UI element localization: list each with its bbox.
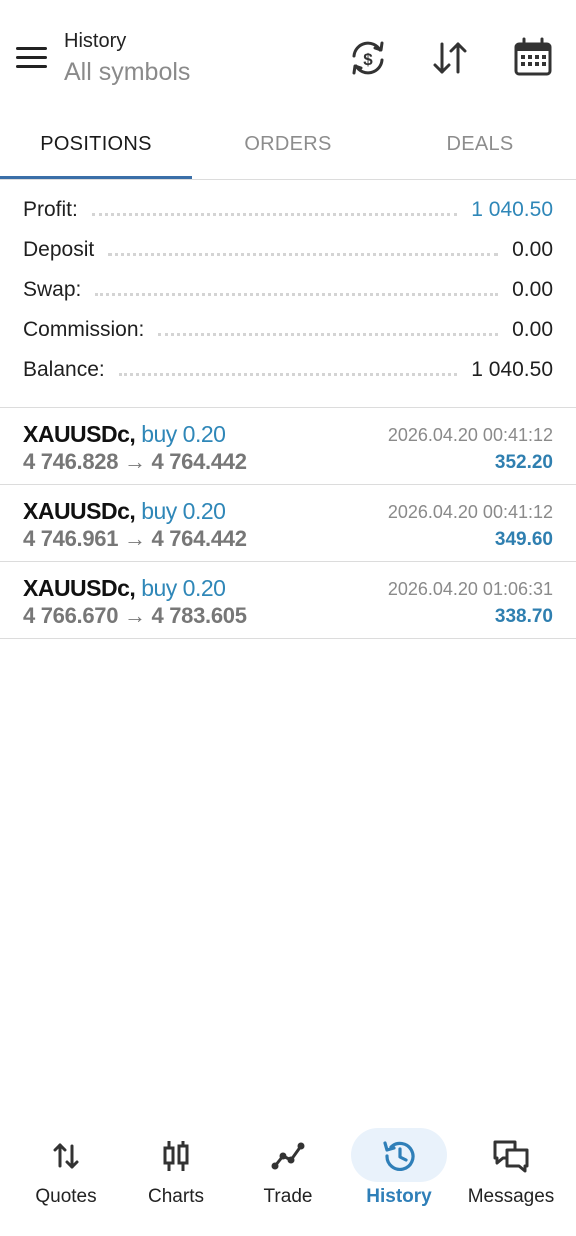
position-side: buy 0.20 — [141, 575, 226, 601]
position-profit: 338.70 — [494, 606, 553, 627]
list-item[interactable]: XAUUSDc, buy 0.20 4 766.670 → 4 783.605 … — [0, 562, 576, 639]
sort-icon[interactable] — [428, 36, 472, 80]
position-prices: 4 746.828 → 4 764.442 — [23, 449, 247, 474]
summary-row-profit: Profit: 1 040.50 — [0, 190, 576, 230]
list-item[interactable]: XAUUSDc, buy 0.20 4 746.961 → 4 764.442 … — [0, 485, 576, 562]
positions-list: XAUUSDc, buy 0.20 4 746.828 → 4 764.442 … — [0, 408, 576, 639]
leader-dots — [95, 292, 499, 296]
position-symbol: XAUUSDc, — [23, 498, 136, 524]
leader-dots — [108, 252, 499, 256]
leader-dots — [118, 372, 458, 376]
summary-value: 1 040.50 — [471, 198, 553, 221]
list-item[interactable]: XAUUSDc, buy 0.20 4 746.828 → 4 764.442 … — [0, 408, 576, 485]
summary-value: 0.00 — [512, 318, 553, 341]
nav-quotes[interactable]: Quotes — [10, 1120, 122, 1220]
nav-label: History — [366, 1186, 432, 1207]
nav-history[interactable]: History — [343, 1120, 455, 1220]
trade-icon — [268, 1136, 308, 1176]
nav-charts[interactable]: Charts — [120, 1120, 232, 1220]
position-profit: 352.20 — [494, 452, 553, 473]
summary-block: Profit: 1 040.50 Deposit 0.00 Swap: 0.00… — [0, 190, 576, 390]
position-side: buy 0.20 — [141, 498, 226, 524]
leader-dots — [91, 212, 458, 216]
summary-value: 1 040.50 — [471, 358, 553, 381]
tabs-divider — [0, 179, 576, 180]
symbol-filter[interactable]: All symbols — [64, 58, 190, 87]
position-prices: 4 766.670 → 4 783.605 — [23, 603, 247, 628]
summary-value: 0.00 — [512, 238, 553, 261]
quotes-icon — [46, 1136, 86, 1176]
summary-row-commission: Commission: 0.00 — [0, 310, 576, 350]
summary-row-swap: Swap: 0.00 — [0, 270, 576, 310]
summary-label: Profit: — [23, 198, 78, 221]
position-side: buy 0.20 — [141, 421, 226, 447]
summary-label: Swap: — [23, 278, 82, 301]
leader-dots — [158, 332, 499, 336]
nav-trade[interactable]: Trade — [232, 1120, 344, 1220]
position-time: 2026.04.20 00:41:12 — [387, 425, 553, 445]
summary-label: Commission: — [23, 318, 145, 341]
summary-label: Balance: — [23, 358, 105, 381]
summary-row-balance: Balance: 1 040.50 — [0, 350, 576, 390]
nav-label: Charts — [148, 1186, 204, 1207]
history-tabs: POSITIONS ORDERS DEALS — [0, 112, 576, 180]
nav-messages[interactable]: Messages — [455, 1120, 567, 1220]
svg-text:$: $ — [363, 50, 373, 69]
page-title: History — [64, 30, 127, 52]
calendar-icon[interactable] — [511, 36, 555, 80]
position-prices: 4 746.961 → 4 764.442 — [23, 526, 247, 551]
summary-label: Deposit — [23, 238, 95, 261]
summary-row-deposit: Deposit 0.00 — [0, 230, 576, 270]
position-time: 2026.04.20 00:41:12 — [387, 502, 553, 522]
currency-sync-icon[interactable]: $ — [346, 36, 390, 80]
messages-icon — [491, 1136, 531, 1176]
nav-label: Quotes — [35, 1186, 97, 1207]
nav-label: Messages — [467, 1186, 555, 1207]
position-symbol: XAUUSDc, — [23, 421, 136, 447]
position-profit: 349.60 — [494, 529, 553, 550]
tab-positions[interactable]: POSITIONS — [0, 112, 192, 176]
history-icon — [379, 1136, 419, 1176]
nav-label: Trade — [263, 1186, 313, 1207]
summary-value: 0.00 — [512, 278, 553, 301]
charts-icon — [156, 1136, 196, 1176]
position-time: 2026.04.20 01:06:31 — [387, 579, 553, 599]
menu-icon[interactable] — [16, 44, 48, 72]
bottom-nav: Quotes Charts Trade History Messages — [0, 1120, 576, 1236]
app-header: History All symbols $ — [0, 0, 576, 110]
tab-deals[interactable]: DEALS — [384, 112, 576, 176]
tab-orders[interactable]: ORDERS — [192, 112, 384, 176]
position-symbol: XAUUSDc, — [23, 575, 136, 601]
